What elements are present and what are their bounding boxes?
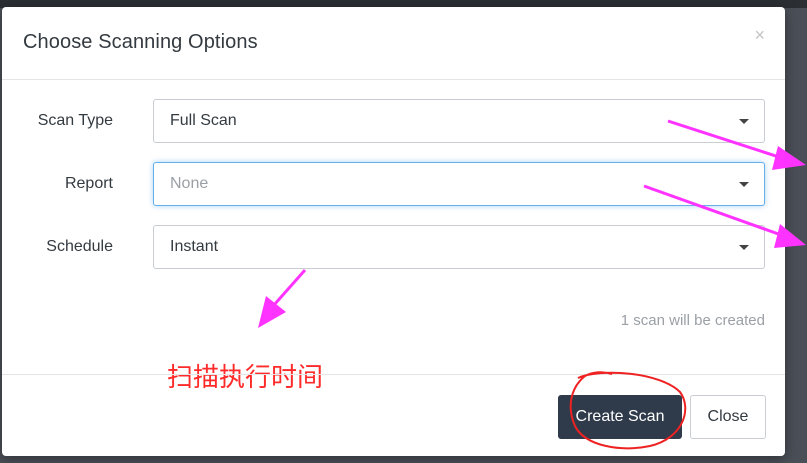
- chevron-down-icon: [739, 245, 749, 250]
- modal-header: Choose Scanning Options ×: [2, 7, 785, 80]
- report-select[interactable]: None: [153, 162, 765, 206]
- chevron-down-icon: [739, 182, 749, 187]
- schedule-label: Schedule: [46, 238, 113, 255]
- chevron-down-icon: [739, 119, 749, 124]
- report-label: Report: [64, 175, 113, 192]
- scan-type-select[interactable]: Full Scan: [153, 99, 765, 143]
- scan-type-row: Scan Type Full Scan: [2, 99, 785, 145]
- report-value: None: [170, 175, 209, 192]
- report-row: Report None: [2, 162, 785, 208]
- modal-title: Choose Scanning Options: [23, 31, 258, 53]
- scan-type-value: Full Scan: [170, 112, 237, 129]
- scan-options-modal: Choose Scanning Options × Scan Type Full…: [2, 7, 785, 456]
- close-icon[interactable]: ×: [754, 25, 765, 45]
- schedule-value: Instant: [170, 238, 219, 255]
- footer-divider: [2, 374, 785, 375]
- scan-type-label: Scan Type: [37, 112, 113, 129]
- close-button[interactable]: Close: [690, 395, 766, 439]
- schedule-row: Schedule Instant: [2, 225, 785, 271]
- scan-count-hint: 1 scan will be created: [620, 312, 765, 329]
- annotation-text: 扫描执行时间: [167, 363, 324, 393]
- schedule-select[interactable]: Instant: [153, 225, 765, 269]
- create-scan-button[interactable]: Create Scan: [558, 395, 682, 439]
